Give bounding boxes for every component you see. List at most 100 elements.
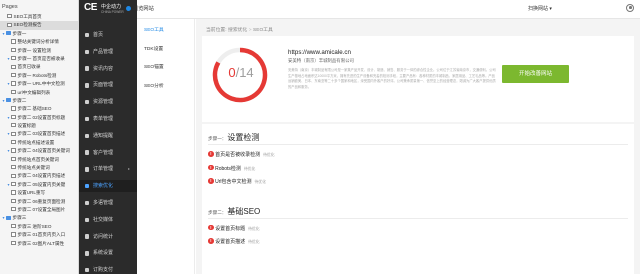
tree-item-label: 步骤二 06重复页面检测 — [17, 198, 66, 204]
start-improve-button[interactable]: 开始改善网站 — [502, 65, 569, 83]
nav-item-icon — [85, 83, 90, 88]
tree-item-label: 步骤二 — [12, 97, 27, 103]
nav-item[interactable]: 社交媒体 — [79, 214, 137, 226]
tree-item-label: 步骤二 04设置首页关键词 — [17, 148, 70, 154]
tree-page[interactable]: 步骤二 06重复页面检测 — [0, 198, 78, 206]
nav-item-label: 首页 — [93, 32, 104, 38]
tree-page[interactable]: ▾ 步骤二 05设置内页关键 — [0, 181, 78, 189]
nav-item[interactable]: 资源管理 — [79, 96, 137, 108]
check-row[interactable]: ! 首页是否被收录检测 待优化 — [208, 151, 275, 159]
tree-page[interactable]: 步骤三 进阶SEO — [0, 223, 78, 231]
nav-item[interactable]: 多语管理 — [79, 197, 137, 209]
tree-page[interactable]: ▾ 步骤二 02设置首页标题 — [0, 114, 78, 122]
tree-page[interactable]: 传统站点关键词 — [0, 164, 78, 172]
breadcrumb-separator: > — [248, 28, 252, 33]
tree-page[interactable]: SEO工具首页 — [0, 13, 78, 21]
main-nav: 首页产品管理资讯内容页面管理资源管理表单管理通知提醒客户管理订单管理 ▸ 搜索优化多… — [79, 19, 137, 274]
nav-item-label: 表单管理 — [93, 116, 114, 122]
tree-page[interactable]: 传统站点描述设置 — [0, 139, 78, 147]
breadcrumb-item[interactable]: 搜索优化 — [228, 28, 247, 33]
nav-item-label: 产品管理 — [93, 48, 114, 55]
page-icon — [11, 140, 16, 145]
check-status: 待优化 — [248, 226, 260, 231]
top-bar: CE 中企动力 CHINA POWER — [79, 0, 640, 19]
tree-page[interactable]: 设置URL重写 — [0, 189, 78, 197]
page-icon — [7, 14, 12, 19]
brand-mark: CE — [84, 2, 97, 13]
tree-page[interactable]: 传统站点首页关键词 — [0, 156, 78, 164]
pages-tree: SEO工具首页 SEO检测报告 ▾ 步骤一 整站关键词分析详情 步骤一 设置检测 ▾ 步骤一 … — [0, 13, 78, 248]
page-icon — [11, 165, 16, 170]
nav-item[interactable]: 客户管理 — [79, 147, 137, 159]
page-icon — [11, 89, 16, 94]
tree-page[interactable]: url中文编辑列表 — [0, 89, 78, 97]
browse-site-link[interactable]: 浏览网站 — [126, 5, 154, 12]
tree-page[interactable]: 设置标题 — [0, 122, 78, 130]
tree-page[interactable]: ▾ 步骤二 03设置首页描述 — [0, 130, 78, 138]
page-icon — [11, 64, 16, 69]
tree-page[interactable]: 步骤二 04设置内页描述 — [0, 172, 78, 180]
step-prefix: 步骤二： — [208, 209, 227, 215]
switch-site-dropdown[interactable]: 扫换网站 ▾ — [528, 5, 552, 12]
check-label: 设置首页描述 — [215, 239, 246, 245]
check-row[interactable]: ! 设置首页标题 待优化 — [208, 224, 260, 233]
tree-page[interactable]: 首页已收录 — [0, 63, 78, 71]
tree-item-label: 步骤一 首页是否被收录 — [17, 55, 65, 61]
check-status: 待优化 — [263, 153, 275, 157]
tree-page[interactable]: 步骤一 Robots检测 — [0, 72, 78, 80]
folder-icon — [6, 215, 11, 220]
breadcrumb-item[interactable]: SEO工具 — [253, 28, 273, 33]
page-icon — [11, 240, 16, 245]
tree-page[interactable]: ▾ 步骤一 URL中中文检测 — [0, 80, 78, 88]
tree-folder[interactable]: ▾ 步骤一 — [0, 30, 78, 38]
check-row[interactable]: ! Url包含中文检测 待优化 — [208, 178, 266, 186]
tree-folder[interactable]: ▾ 步骤三 — [0, 214, 78, 222]
tree-page[interactable]: 整站关键词分析详情 — [0, 38, 78, 46]
tree-page[interactable]: 步骤三 01首页内页入口 — [0, 231, 78, 239]
tree-page[interactable]: 步骤一 设置检测 — [0, 47, 78, 55]
nav-item[interactable]: 系统设置 — [79, 247, 137, 259]
subnav-item[interactable]: SEO工具 — [144, 26, 164, 33]
user-avatar-icon[interactable] — [626, 4, 634, 12]
check-row[interactable]: ! Robots检测 待优化 — [208, 164, 256, 173]
tree-folder[interactable]: ▾ 步骤二 — [0, 97, 78, 105]
nav-item[interactable]: 订单管理 ▸ — [79, 163, 137, 175]
check-row[interactable]: ! 设置首页描述 待优化 — [208, 238, 260, 246]
nav-item-label: 订购支付 — [93, 267, 114, 274]
tree-item-label: 步骤二 03设置首页描述 — [17, 131, 66, 137]
nav-item[interactable]: 搜索优化 — [79, 180, 137, 193]
nav-item[interactable]: 通知提醒 — [79, 130, 137, 142]
warning-icon: ! — [208, 164, 214, 171]
nav-item[interactable]: 页面管理 — [79, 79, 137, 91]
page-icon — [11, 207, 16, 212]
subnav-item[interactable]: TDK设置 — [144, 45, 163, 52]
subnav-item[interactable]: SEO锚置 — [144, 63, 164, 70]
step-heading: 步骤一：设置检测 — [208, 132, 259, 143]
page-icon — [11, 173, 16, 178]
subnav-item[interactable]: SEO分析 — [144, 82, 164, 89]
seo-score: 0/14 — [221, 65, 261, 80]
tree-page[interactable]: ▾ 步骤一 首页是否被收录 — [0, 55, 78, 63]
tree-page[interactable]: 步骤三 02图片ALT属性 — [0, 240, 78, 248]
tree-page[interactable]: SEO检测报告 — [0, 21, 78, 30]
nav-item-icon — [85, 234, 90, 239]
nav-item-icon — [85, 49, 90, 54]
nav-item[interactable]: 产品管理 — [79, 46, 137, 58]
score-value: 0 — [228, 65, 236, 80]
nav-item[interactable]: 访问统计 — [79, 231, 137, 243]
tree-page[interactable]: ▾ 步骤二 04设置首页关键词 — [0, 147, 78, 155]
page-icon — [11, 232, 16, 237]
tree-page[interactable]: 步骤二 基础SEO — [0, 105, 78, 113]
breadcrumb-item: 当前位置: — [206, 28, 227, 33]
nav-item[interactable]: 表单管理 — [79, 113, 137, 125]
tree-item-label: SEO工具首页 — [13, 14, 42, 19]
site-company: 安美特（南京）丰城制品有限公司 — [288, 58, 354, 63]
breadcrumb: 当前位置: 搜索优化 > SEO工具 — [206, 26, 274, 33]
check-status: 待优化 — [243, 166, 256, 171]
nav-item[interactable]: 资讯内容 — [79, 63, 137, 75]
nav-item[interactable]: 首页 — [79, 29, 137, 41]
page-icon — [11, 114, 16, 120]
nav-item[interactable]: 订购支付 — [79, 264, 137, 274]
brand-name: 中企动力 — [101, 4, 122, 10]
tree-page[interactable]: 步骤二 07设置全局图片 — [0, 206, 78, 214]
